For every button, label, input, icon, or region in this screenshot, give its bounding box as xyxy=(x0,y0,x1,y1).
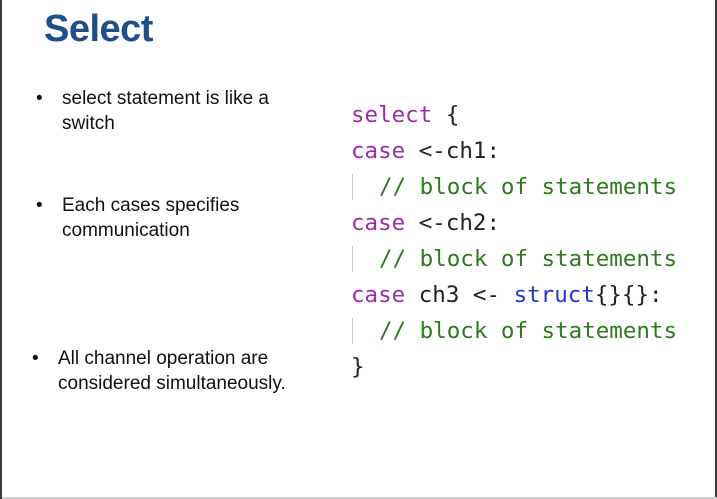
code-keyword: case xyxy=(351,282,406,308)
code-type: struct xyxy=(513,282,595,308)
code-keyword: select xyxy=(351,102,433,128)
code-block: select { case <-ch1: // block of stateme… xyxy=(351,97,677,385)
code-line: // block of statements xyxy=(351,241,677,277)
code-text: } xyxy=(351,354,365,380)
code-text: {}{}: xyxy=(594,282,663,308)
code-text: { xyxy=(432,102,460,128)
indent-guide xyxy=(352,174,353,200)
code-line: // block of statements xyxy=(351,169,677,205)
indent-guide xyxy=(352,246,353,272)
code-line: // block of statements xyxy=(351,313,677,349)
code-comment: // block of statements xyxy=(379,318,678,344)
code-keyword: case xyxy=(351,138,406,164)
code-text: <-ch2: xyxy=(405,210,501,236)
bullet-icon: • xyxy=(36,88,43,109)
code-comment: // block of statements xyxy=(379,174,678,200)
bullet-text: select statement is like a switch xyxy=(62,88,269,134)
bullet-icon: • xyxy=(32,348,39,369)
code-line: case <-ch1: xyxy=(351,133,677,169)
code-line: case ch3 <- struct{}{}: xyxy=(351,277,677,313)
bullet-icon: • xyxy=(36,195,43,216)
code-text: ch3 <- xyxy=(405,282,514,308)
indent-guide xyxy=(352,318,353,344)
code-line: case <-ch2: xyxy=(351,205,677,241)
code-line: select { xyxy=(351,97,677,133)
code-comment: // block of statements xyxy=(379,246,678,272)
bullet-text: Each cases specifies communication xyxy=(62,195,240,241)
bullet-text: All channel operation are considered sim… xyxy=(58,348,286,394)
code-line: } xyxy=(351,349,677,385)
code-keyword: case xyxy=(351,210,406,236)
code-text: <-ch1: xyxy=(405,138,501,164)
slide-title: Select xyxy=(44,8,153,50)
slide: Select • select statement is like a swit… xyxy=(0,0,717,499)
